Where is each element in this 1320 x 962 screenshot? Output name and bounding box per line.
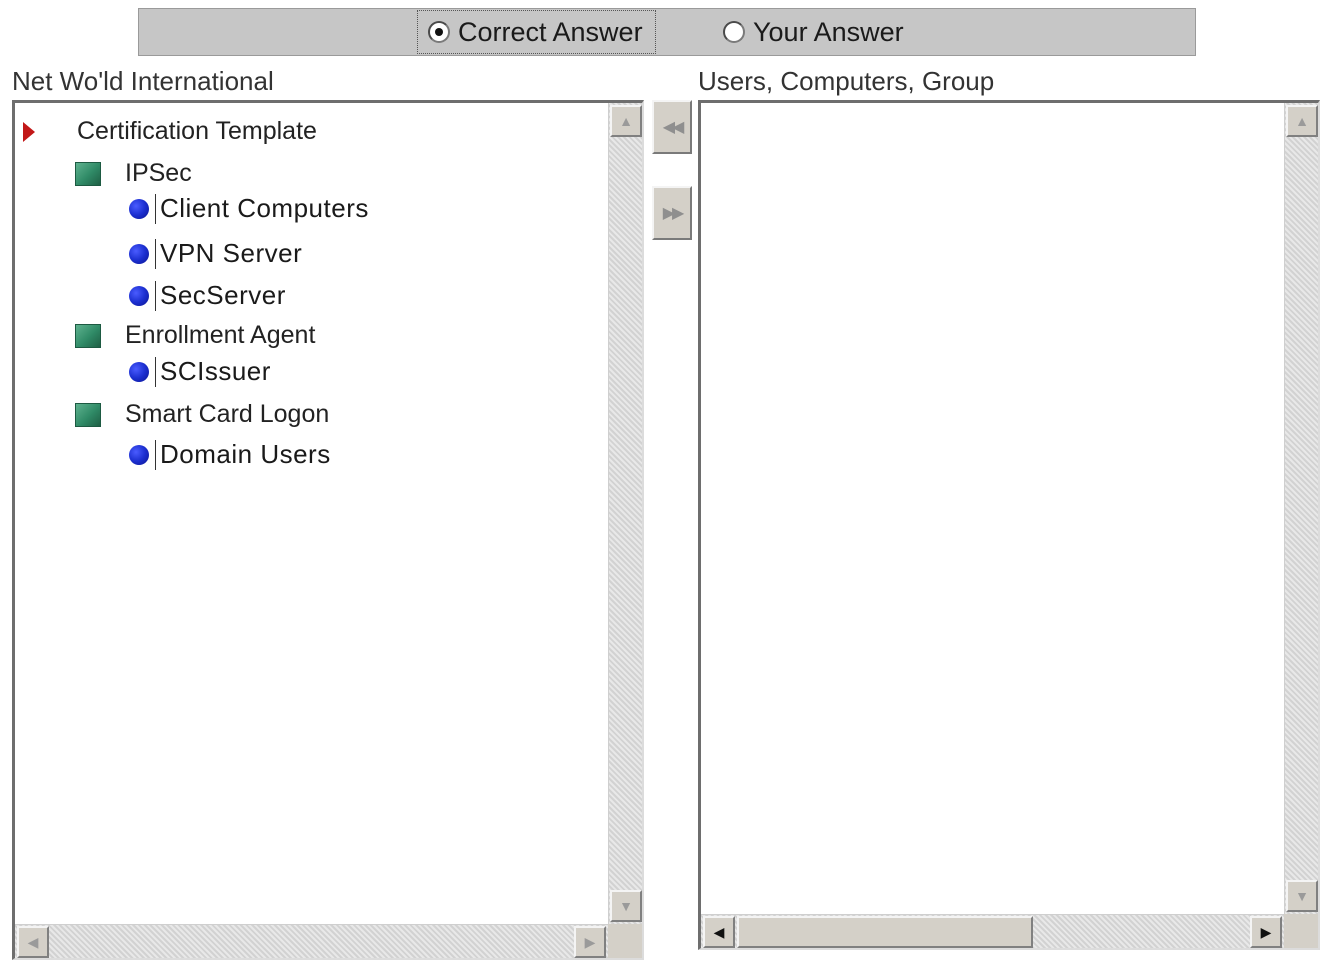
double-right-arrow-icon: ▶▶ [662, 205, 685, 222]
tree-template-enrollment-agent[interactable]: Enrollment Agent [75, 321, 315, 350]
scroll-down-button[interactable]: ▼ [1286, 880, 1318, 912]
item-divider [155, 356, 156, 387]
tree-template-label: Enrollment Agent [125, 321, 316, 349]
blue-dot-icon [129, 361, 149, 382]
your-answer-label: Your Answer [753, 16, 904, 47]
item-divider [155, 193, 156, 224]
correct-answer-label: Correct Answer [458, 16, 643, 47]
blue-dot-icon [129, 198, 149, 219]
blue-dot-icon [129, 243, 149, 264]
tree-template-label: Smart Card Logon [125, 400, 330, 428]
green-square-icon [75, 323, 101, 348]
scroll-left-button[interactable]: ◀ [17, 926, 49, 958]
right-vertical-scrollbar[interactable]: ▲ ▼ [1284, 103, 1318, 914]
tree-member-label: Client Computers [160, 193, 369, 223]
certificate-template-tree[interactable]: Certification Template IPSec Client Comp… [12, 100, 644, 960]
correct-answer-option[interactable]: Correct Answer [417, 10, 656, 54]
right-panel-heading: Users, Computers, Group [698, 66, 995, 96]
left-panel-heading: Net Wo'ld International [12, 66, 274, 96]
tree-member-label: SCIssuer [160, 356, 271, 386]
tree-root[interactable]: Certification Template [23, 117, 317, 146]
tree-template-smart-card-logon[interactable]: Smart Card Logon [75, 400, 329, 429]
tree-template-ipsec[interactable]: IPSec [75, 159, 192, 188]
tree-template-label: IPSec [125, 159, 192, 187]
move-left-button[interactable]: ◀◀ [652, 100, 692, 154]
tree-member-label: SecServer [160, 280, 286, 310]
green-square-icon [75, 161, 101, 186]
double-left-arrow-icon: ◀◀ [662, 119, 685, 136]
tree-member-vpn-server[interactable]: VPN Server [129, 238, 302, 269]
scrollbar-corner [1284, 914, 1318, 948]
scroll-down-button[interactable]: ▼ [610, 890, 642, 922]
your-answer-option[interactable]: Your Answer [717, 9, 910, 55]
scroll-right-button[interactable]: ▶ [574, 926, 606, 958]
left-vertical-scrollbar[interactable]: ▲ ▼ [608, 103, 642, 924]
scrollbar-corner [608, 924, 642, 958]
scroll-up-button[interactable]: ▲ [610, 105, 642, 137]
red-arrow-icon [23, 121, 35, 142]
scroll-right-button[interactable]: ▶ [1250, 916, 1282, 948]
your-answer-radio[interactable] [723, 21, 745, 43]
left-horizontal-scrollbar[interactable]: ◀ ▶ [15, 924, 608, 958]
tree-member-secserver[interactable]: SecServer [129, 280, 286, 311]
right-horizontal-scrollbar[interactable]: ◀ ▶ [701, 914, 1284, 948]
tree-member-client-computers[interactable]: Client Computers [129, 193, 369, 224]
blue-dot-icon [129, 444, 149, 465]
tree-root-label: Certification Template [77, 117, 317, 145]
tree-member-label: Domain Users [160, 439, 331, 469]
item-divider [155, 280, 156, 311]
scroll-up-button[interactable]: ▲ [1286, 105, 1318, 137]
tree-member-scissuer[interactable]: SCIssuer [129, 356, 271, 387]
item-divider [155, 439, 156, 470]
tree-member-domain-users[interactable]: Domain Users [129, 439, 331, 470]
blue-dot-icon [129, 285, 149, 306]
tree-member-label: VPN Server [160, 238, 303, 268]
correct-answer-radio[interactable] [428, 21, 450, 43]
scroll-left-button[interactable]: ◀ [703, 916, 735, 948]
answer-toggle-bar: Correct Answer Your Answer [138, 8, 1196, 56]
users-computers-group-list[interactable]: ▲ ▼ ◀ ▶ [698, 100, 1320, 950]
horizontal-scroll-thumb[interactable] [737, 916, 1033, 948]
item-divider [155, 238, 156, 269]
move-right-button[interactable]: ▶▶ [652, 186, 692, 240]
green-square-icon [75, 402, 101, 427]
